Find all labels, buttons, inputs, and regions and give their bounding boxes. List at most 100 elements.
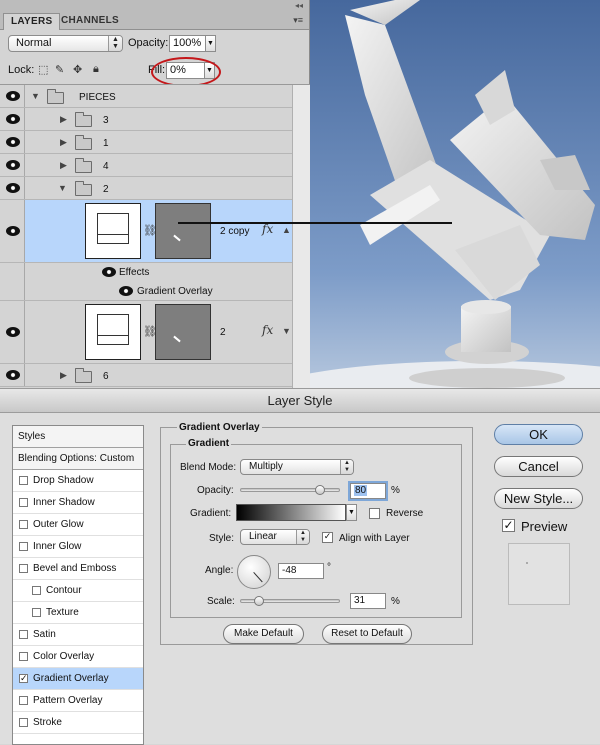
fill-highlight-ellipse [151,57,221,87]
lock-label: Lock: [8,64,35,76]
mask-thumbnail[interactable] [155,304,211,360]
tab-layers[interactable]: LAYERS [3,13,61,30]
triangle-down-icon[interactable]: ▼ [31,91,40,101]
style-item[interactable]: Inner Shadow [13,492,143,514]
layer-name: 1 [103,138,109,149]
visibility-cell[interactable] [0,364,25,386]
style-item-label: Styles [18,431,46,442]
eye-icon[interactable] [102,267,116,277]
fx-toggle-icon[interactable]: ▲ [282,225,291,235]
layer-list: ▼ PIECES ▶ 3 ▶ 1 ▶ 4 ▼ 2 ⛓︎ 2 copy fx ▲ … [0,84,310,389]
lock-all-icon[interactable]: 🔒︎ [93,63,99,76]
tab-channels[interactable]: CHANNELS [54,13,126,30]
select-arrows-icon: ▲ ▼ [108,36,122,51]
visibility-cell[interactable] [0,200,25,262]
eye-icon[interactable] [6,370,20,380]
style-checkbox[interactable] [19,564,28,573]
style-checkbox[interactable] [19,630,28,639]
style-item-label: Contour [46,585,82,596]
style-item[interactable]: ✓ Gradient Overlay [13,668,143,690]
style-checkbox[interactable] [19,520,28,529]
style-item[interactable]: Styles [13,426,143,448]
layer-scrollbar[interactable] [292,85,310,389]
visibility-cell [0,282,25,300]
effect-row[interactable]: Gradient Overlay [0,282,292,301]
style-checkbox[interactable] [32,608,41,617]
style-item[interactable]: Pattern Overlay [13,690,143,712]
style-checkbox[interactable] [19,718,28,727]
fx-toggle-icon[interactable]: ▼ [282,326,291,336]
panel-menu-icon[interactable]: ▾≡ [293,15,303,26]
eye-icon[interactable] [6,137,20,147]
layer-thumbnail[interactable] [85,203,141,259]
layer-style-dialog: Layer Style Styles Blending Options: Cust… [0,388,600,745]
lock-transparent-icon[interactable]: ⬚ [38,63,48,76]
layer-row-selected[interactable]: ⛓︎ 2 copy fx ▲ [0,200,292,263]
triangle-down-icon[interactable]: ▼ [58,183,67,193]
layer-row-group[interactable]: ▶ 4 [0,154,292,177]
collapse-icon[interactable]: ◂◂ [295,1,303,10]
style-item[interactable]: Color Overlay [13,646,143,668]
triangle-right-icon[interactable]: ▶ [60,137,67,148]
style-checkbox[interactable] [19,476,28,485]
triangle-right-icon[interactable]: ▶ [60,160,67,171]
style-item-label: Outer Glow [33,519,84,530]
fx-icon[interactable]: fx [262,222,273,236]
eye-icon[interactable] [6,160,20,170]
annotation-line [178,222,452,224]
style-item[interactable]: Stroke [13,712,143,734]
eye-icon[interactable] [6,183,20,193]
mask-thumbnail[interactable] [155,203,211,259]
layer-thumbnail[interactable] [85,304,141,360]
fx-icon[interactable]: fx [262,323,273,337]
layer-row-group[interactable]: ▶ 6 [0,364,292,387]
lock-brush-icon[interactable]: ✎ [55,63,64,76]
visibility-cell[interactable] [0,108,25,130]
layer-row-group[interactable]: ▼ PIECES [0,85,292,108]
style-item-label: Bevel and Emboss [33,563,117,574]
visibility-cell[interactable] [0,85,25,107]
style-checkbox[interactable]: ✓ [19,674,28,683]
style-item[interactable]: Drop Shadow [13,470,143,492]
lock-move-icon[interactable]: ✥ [73,63,82,76]
style-checkbox[interactable] [19,652,28,661]
style-checkbox[interactable] [32,586,41,595]
layer-row-group[interactable]: ▶ 1 [0,131,292,154]
style-item[interactable]: Outer Glow [13,514,143,536]
layer-row-group[interactable]: ▼ 2 [0,177,292,200]
subsection-title: Gradient [186,438,232,449]
style-checkbox[interactable] [19,542,28,551]
visibility-cell[interactable] [0,301,25,363]
style-item[interactable]: Texture [13,602,143,624]
layer-row-group[interactable]: ▶ 3 [0,108,292,131]
visibility-cell[interactable] [0,131,25,153]
blend-mode-select[interactable]: Normal ▲ ▼ [8,35,123,52]
eye-icon[interactable] [6,114,20,124]
opacity-dropdown-icon[interactable]: ▼ [205,35,216,52]
eye-icon[interactable] [6,226,20,236]
folder-icon [75,135,92,150]
eye-icon[interactable] [119,286,133,296]
layer-name: 6 [103,371,109,382]
eye-icon[interactable] [6,91,20,101]
opacity-input[interactable]: 100% [169,35,206,52]
style-checkbox[interactable] [19,696,28,705]
style-item[interactable]: Bevel and Emboss [13,558,143,580]
style-item[interactable]: Blending Options: Custom [13,448,143,470]
style-item[interactable]: Inner Glow [13,536,143,558]
layer-name: PIECES [79,92,116,103]
effects-row[interactable]: Effects [0,263,292,282]
layer-row[interactable]: ⛓︎ 2 fx ▼ [0,301,292,364]
triangle-right-icon[interactable]: ▶ [60,370,67,381]
style-checkbox[interactable] [19,498,28,507]
style-item-label: Inner Glow [33,541,82,552]
triangle-right-icon[interactable]: ▶ [60,114,67,125]
style-item[interactable]: Contour [13,580,143,602]
eye-icon[interactable] [6,327,20,337]
style-item[interactable]: Satin [13,624,143,646]
layer-name: 2 copy [220,226,250,237]
layer-name: 4 [103,161,109,172]
blend-mode-value: Normal [16,37,52,49]
visibility-cell[interactable] [0,177,25,199]
visibility-cell[interactable] [0,154,25,176]
